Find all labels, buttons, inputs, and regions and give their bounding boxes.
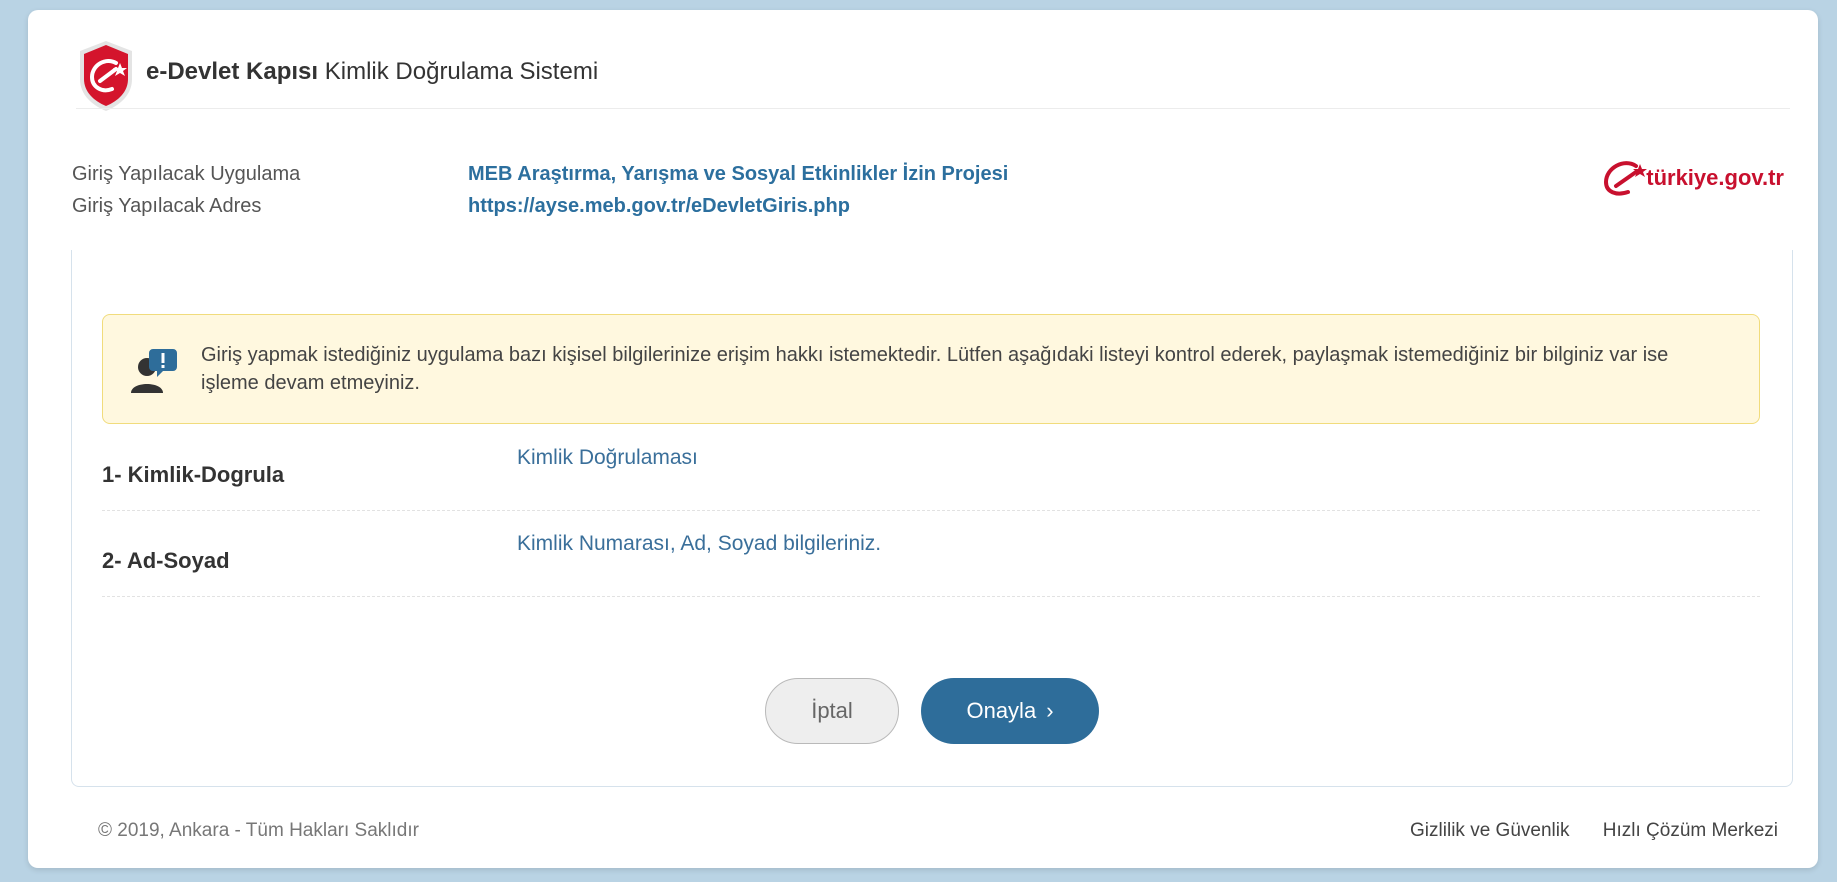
permission-row: 1- Kimlik-Dogrula Kimlik Doğrulaması	[102, 424, 1760, 511]
brand-title-rest: Kimlik Doğrulama Sistemi	[324, 58, 599, 85]
footer: © 2019, Ankara - Tüm Hakları Saklıdır Gi…	[98, 820, 1778, 842]
permission-name: 2- Ad-Soyad	[102, 548, 230, 573]
copyright-text: © 2019, Ankara - Tüm Hakları Saklıdır	[98, 820, 419, 841]
permission-name: 1- Kimlik-Dogrula	[102, 462, 285, 487]
help-center-link[interactable]: Hızlı Çözüm Merkezi	[1603, 820, 1778, 841]
footer-links: Gizlilik ve Güvenlik Hızlı Çözüm Merkezi	[1382, 820, 1778, 842]
chevron-right-icon: ›	[1046, 698, 1054, 723]
address-value: https://ayse.meb.gov.tr/eDevletGiris.php	[468, 195, 850, 217]
address-row: Giriş Yapılacak Adres https://ayse.meb.g…	[72, 190, 1008, 222]
address-label: Giriş Yapılacak Adres	[72, 195, 262, 217]
notice-box: Giriş yapmak istediğiniz uygulama bazı k…	[102, 314, 1760, 424]
privacy-link[interactable]: Gizlilik ve Güvenlik	[1410, 820, 1569, 841]
header-divider	[76, 108, 1790, 109]
app-label: Giriş Yapılacak Uygulama	[72, 163, 301, 185]
permission-desc: Kimlik Numarası, Ad, Soyad bilgileriniz.	[517, 532, 882, 555]
e-devlet-shield-icon	[80, 41, 132, 111]
app-info: Giriş Yapılacak Uygulama MEB Araştırma, …	[72, 158, 1008, 222]
permission-desc: Kimlik Doğrulaması	[517, 446, 698, 469]
app-row: Giriş Yapılacak Uygulama MEB Araştırma, …	[72, 158, 1008, 190]
confirm-label: Onayla	[966, 698, 1037, 723]
auth-card: e-Devlet Kapısı Kimlik Doğrulama Sistemi…	[28, 10, 1818, 868]
turkiye-gov-swoosh-icon	[1604, 161, 1648, 196]
cancel-button[interactable]: İptal	[765, 678, 899, 744]
consent-panel: Giriş yapmak istediğiniz uygulama bazı k…	[71, 250, 1793, 787]
turkiye-gov-text: türkiye.gov.tr	[1646, 165, 1784, 190]
brand-title-bold: e-Devlet Kapısı	[146, 58, 319, 85]
confirm-button[interactable]: Onayla ›	[921, 678, 1099, 744]
user-alert-icon	[131, 349, 177, 393]
app-value: MEB Araştırma, Yarışma ve Sosyal Etkinli…	[468, 163, 1009, 185]
brand-title: e-Devlet Kapısı Kimlik Doğrulama Sistemi	[146, 58, 598, 86]
turkiye-gov-logo: türkiye.gov.tr	[1602, 160, 1784, 196]
notice-text: Giriş yapmak istediğiniz uygulama bazı k…	[201, 344, 1669, 394]
brand-header: e-Devlet Kapısı Kimlik Doğrulama Sistemi	[76, 41, 598, 111]
action-buttons: İptal Onayla ›	[72, 678, 1792, 744]
permission-row: 2- Ad-Soyad Kimlik Numarası, Ad, Soyad b…	[102, 510, 1760, 597]
